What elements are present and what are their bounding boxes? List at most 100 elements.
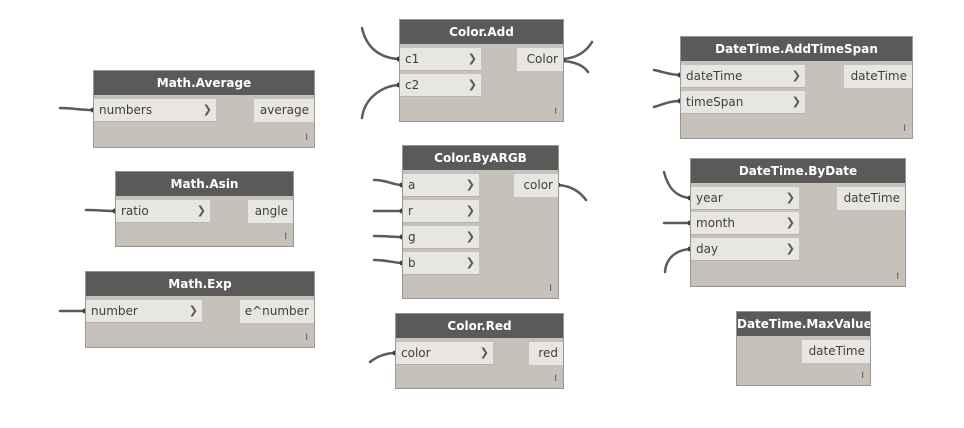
port-label: b <box>408 256 416 270</box>
port-label: numbers <box>99 103 153 117</box>
input-port-datetime[interactable]: dateTime ❯ <box>681 65 805 88</box>
input-port-year[interactable]: year ❯ <box>691 187 799 210</box>
node-title: Color.Add <box>400 20 563 44</box>
node-title: DateTime.ByDate <box>691 159 905 183</box>
port-label: r <box>408 204 413 218</box>
wire-math-asin-ratio <box>84 208 117 213</box>
port-label: dateTime <box>808 344 865 358</box>
lacing-indicator: I <box>903 124 906 134</box>
port-label: angle <box>254 204 288 218</box>
chevron-right-icon: ❯ <box>465 256 475 269</box>
wire-datetime-addtimespan-timespan <box>652 99 682 109</box>
wire-color-red-color <box>368 351 397 364</box>
input-port-month[interactable]: month ❯ <box>691 212 799 235</box>
input-port-color[interactable]: color ❯ <box>396 342 493 365</box>
port-label: year <box>696 191 723 205</box>
wire-color-byargb-a <box>372 178 404 187</box>
wire-color-byargb-g <box>372 234 404 239</box>
node-color-red[interactable]: Color.Red color ❯ red I <box>395 313 564 389</box>
output-port-e-number[interactable]: e^number <box>240 300 314 323</box>
node-title: Color.Red <box>396 314 563 338</box>
wire-color-add-out-2 <box>561 59 590 74</box>
input-port-b[interactable]: b ❯ <box>403 252 479 275</box>
input-port-c1[interactable]: c1 ❯ <box>400 48 481 71</box>
chevron-right-icon: ❯ <box>785 191 795 204</box>
output-port-color[interactable]: Color <box>517 48 563 71</box>
port-label: number <box>91 304 138 318</box>
wire-math-average-numbers <box>58 106 95 112</box>
input-port-timespan[interactable]: timeSpan ❯ <box>681 91 805 114</box>
node-title: Math.Average <box>94 71 314 95</box>
chevron-right-icon: ❯ <box>196 204 206 217</box>
node-title: Color.ByARGB <box>403 146 558 170</box>
lacing-indicator: I <box>861 371 864 381</box>
wire-datetime-bydate-year <box>662 170 692 200</box>
lacing-indicator: I <box>305 133 308 143</box>
port-label: a <box>408 178 416 192</box>
lacing-indicator: I <box>896 272 899 282</box>
port-label: e^number <box>244 304 309 318</box>
node-title: Math.Exp <box>86 272 314 296</box>
chevron-right-icon: ❯ <box>791 69 801 82</box>
node-math-average[interactable]: Math.Average numbers ❯ average I <box>93 70 315 148</box>
wire-color-byargb-b <box>372 258 404 265</box>
output-port-datetime[interactable]: dateTime <box>837 187 905 210</box>
port-label: c2 <box>405 78 420 92</box>
node-color-add[interactable]: Color.Add c1 ❯ c2 ❯ Color I <box>399 19 564 122</box>
node-math-asin[interactable]: Math.Asin ratio ❯ angle I <box>115 171 294 247</box>
node-title: DateTime.MaxValue <box>737 312 870 336</box>
lacing-indicator: I <box>554 374 557 384</box>
chevron-right-icon: ❯ <box>465 178 475 191</box>
wire-color-add-out-1 <box>561 40 594 61</box>
port-label: color <box>401 346 431 360</box>
output-port-color[interactable]: color <box>514 174 558 197</box>
port-label: average <box>259 103 309 117</box>
wire-datetime-bydate-day <box>663 247 692 274</box>
port-label: c1 <box>405 52 420 66</box>
input-port-numbers[interactable]: numbers ❯ <box>94 99 216 122</box>
node-datetime-addtimespan[interactable]: DateTime.AddTimeSpan dateTime ❯ timeSpan… <box>680 36 913 139</box>
wire-color-add-c2 <box>360 83 401 120</box>
input-port-g[interactable]: g ❯ <box>403 226 479 249</box>
wire-color-byargb-out <box>556 183 588 202</box>
chevron-right-icon: ❯ <box>785 242 795 255</box>
chevron-right-icon: ❯ <box>202 103 212 116</box>
port-label: month <box>696 216 735 230</box>
chevron-right-icon: ❯ <box>188 304 198 317</box>
port-label: day <box>696 242 719 256</box>
input-port-c2[interactable]: c2 ❯ <box>400 74 481 97</box>
port-label: timeSpan <box>686 95 744 109</box>
input-port-day[interactable]: day ❯ <box>691 238 799 261</box>
node-color-byargb[interactable]: Color.ByARGB a ❯ r ❯ g ❯ b ❯ color I <box>402 145 559 299</box>
output-port-datetime[interactable]: dateTime <box>802 340 870 363</box>
node-datetime-maxvalue[interactable]: DateTime.MaxValue dateTime I <box>736 311 871 386</box>
chevron-right-icon: ❯ <box>465 230 475 243</box>
port-label: color <box>523 178 553 192</box>
node-title: Math.Asin <box>116 172 293 196</box>
node-datetime-bydate[interactable]: DateTime.ByDate year ❯ month ❯ day ❯ dat… <box>690 158 906 287</box>
chevron-right-icon: ❯ <box>467 52 477 65</box>
output-port-datetime[interactable]: dateTime <box>844 65 912 88</box>
node-math-exp[interactable]: Math.Exp number ❯ e^number I <box>85 271 315 348</box>
port-label: red <box>538 346 558 360</box>
wire-datetime-addtimespan-datetime <box>652 68 682 77</box>
node-title: DateTime.AddTimeSpan <box>681 37 912 61</box>
output-port-angle[interactable]: angle <box>248 200 293 223</box>
input-port-ratio[interactable]: ratio ❯ <box>116 200 210 223</box>
input-port-number[interactable]: number ❯ <box>86 300 202 323</box>
port-label: dateTime <box>686 69 743 83</box>
port-label: g <box>408 230 416 244</box>
wire-color-add-c1 <box>360 26 401 61</box>
output-port-average[interactable]: average <box>254 99 314 122</box>
output-port-red[interactable]: red <box>529 342 563 365</box>
lacing-indicator: I <box>549 284 552 294</box>
lacing-indicator: I <box>554 107 557 117</box>
input-port-r[interactable]: r ❯ <box>403 200 479 223</box>
input-port-a[interactable]: a ❯ <box>403 174 479 197</box>
port-label: dateTime <box>850 69 907 83</box>
port-label: ratio <box>121 204 149 218</box>
chevron-right-icon: ❯ <box>465 204 475 217</box>
lacing-indicator: I <box>305 333 308 343</box>
chevron-right-icon: ❯ <box>467 78 477 91</box>
port-label: dateTime <box>843 191 900 205</box>
